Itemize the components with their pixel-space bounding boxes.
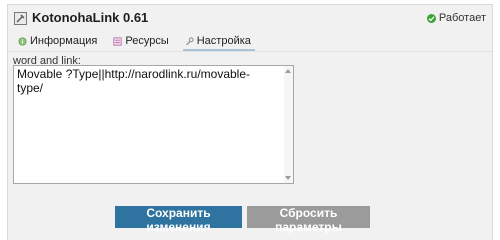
tab-divider	[8, 51, 492, 52]
status-label: Работает	[438, 12, 486, 24]
save-changes-button[interactable]: Сохранить изменения	[115, 206, 242, 234]
plugin-header: KotonohaLink 0.61 Работает	[8, 5, 492, 32]
resources-icon	[113, 36, 122, 46]
scroll-down-arrow-icon[interactable]	[285, 176, 291, 180]
info-icon	[18, 37, 27, 46]
check-circle-icon	[426, 13, 436, 23]
tab-settings[interactable]: Настройка	[182, 33, 255, 51]
plugin-icon	[14, 12, 27, 25]
word-and-link-textarea[interactable]: Movable ?Type||http://narodlink.ru/movab…	[13, 65, 294, 184]
plugin-title: KotonohaLink 0.61	[32, 10, 149, 25]
settings-icon	[185, 36, 194, 46]
status-indicator: Работает	[426, 12, 486, 24]
tab-resources-label: Ресурсы	[125, 35, 169, 47]
textarea-scrollbar[interactable]	[284, 66, 293, 183]
reset-settings-button[interactable]: Сбросить параметры	[247, 206, 370, 234]
tab-resources[interactable]: Ресурсы	[111, 33, 172, 49]
tab-info-label: Информация	[30, 35, 98, 47]
scroll-up-arrow-icon[interactable]	[285, 69, 291, 73]
tab-settings-label: Настройка	[196, 35, 251, 47]
tab-info[interactable]: Информация	[16, 33, 101, 49]
tab-bar: Информация Ресурсы Настройка	[16, 33, 255, 51]
